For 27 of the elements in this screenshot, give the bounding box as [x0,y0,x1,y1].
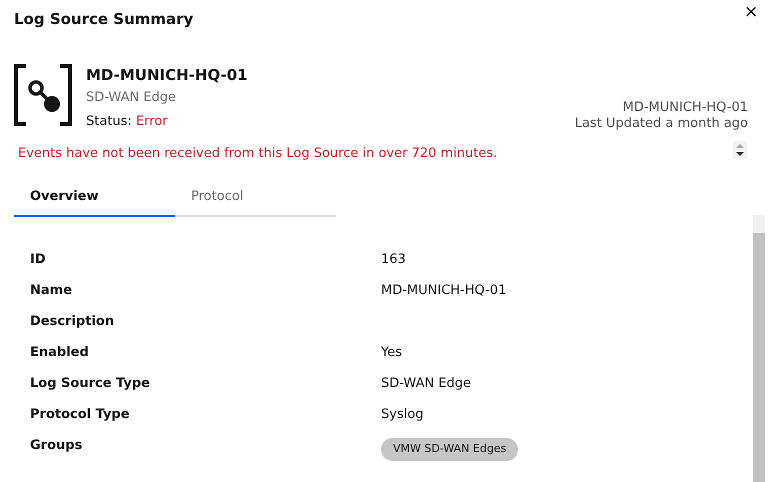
tab[interactable]: Overview [14,183,175,216]
close-button[interactable]: × [740,2,762,22]
dialog-title: Log Source Summary [14,9,194,30]
last-updated: Last Updated a month ago [574,116,748,132]
field-label: Description [30,313,116,331]
sort-icon[interactable] [733,141,747,160]
scrollbar[interactable] [753,215,765,482]
group-tag: VMW SD-WAN Edges [381,438,518,460]
status-label: Status: [86,114,132,129]
source-name: MD-MUNICH-HQ-01 [86,65,248,86]
tab[interactable]: Protocol [175,183,336,216]
field-value: Yes [381,344,402,362]
field-value: SD-WAN Edge [381,375,472,393]
source-type: SD-WAN Edge [86,89,178,107]
field-label: Log Source Type [30,375,151,393]
field-label: ID [30,251,47,269]
field-label: Protocol Type [30,406,131,424]
field-label: Groups [30,437,84,455]
error-message: Events have not been received from this Log Source in over 720 minutes. [18,145,498,163]
meta-name: MD-MUNICH-HQ-01 [622,100,748,116]
status-value: Error [136,114,168,129]
field-value: 163 [381,251,406,269]
field-value: MD-MUNICH-HQ-01 [381,282,506,300]
field-value: Syslog [381,406,424,424]
log-source-icon [14,64,72,126]
field-label: Name [30,282,74,300]
field-label: Enabled [30,344,90,362]
